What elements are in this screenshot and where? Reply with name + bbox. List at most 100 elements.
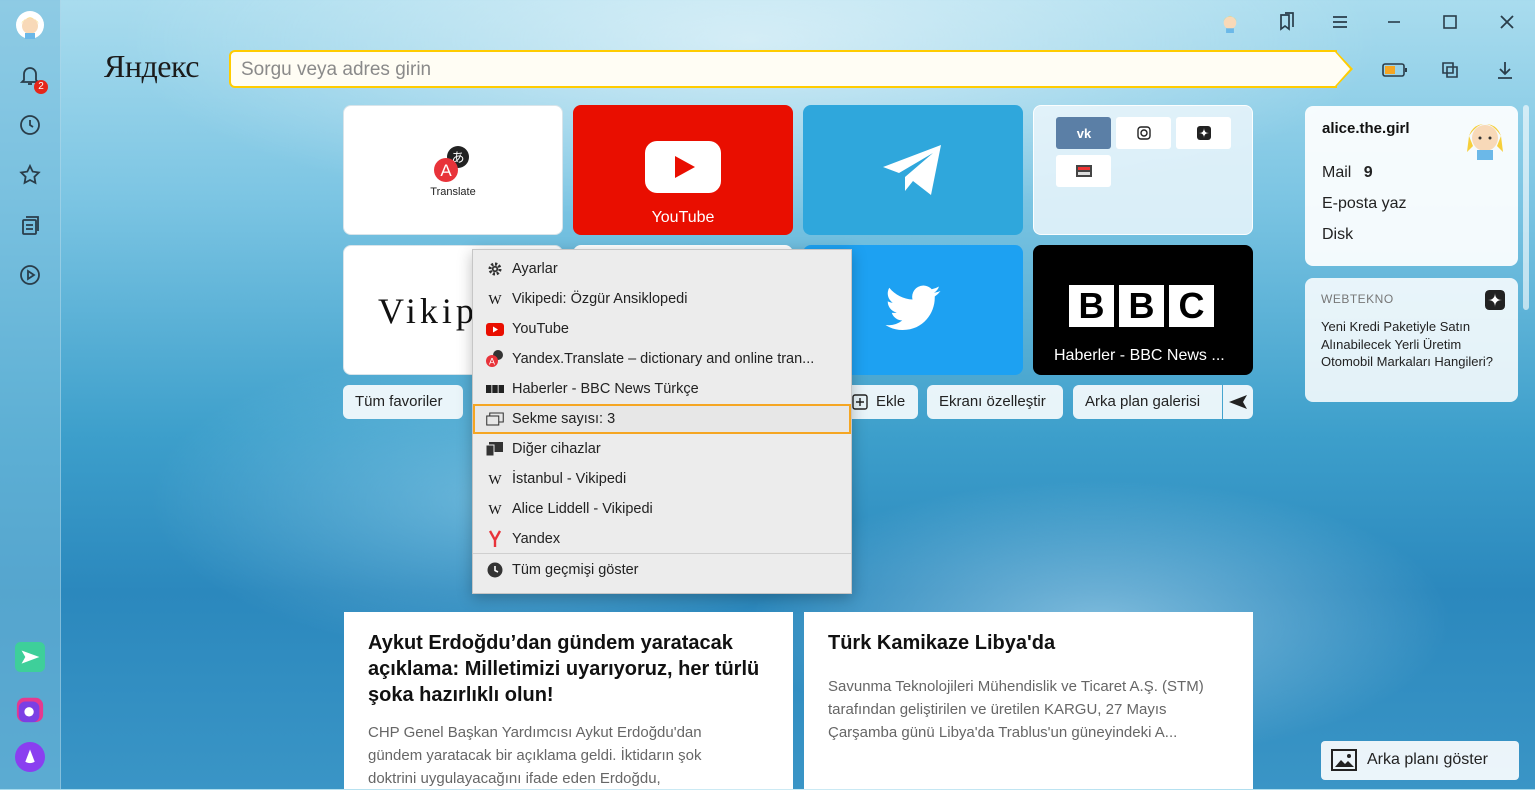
zen-icon[interactable] <box>1176 117 1231 149</box>
play-icon[interactable] <box>15 260 45 290</box>
tile-telegram[interactable] <box>803 105 1023 235</box>
maximize-icon[interactable] <box>1436 8 1464 36</box>
news-body-2: Savunma Teknolojileri Mühendislik ve Tic… <box>828 678 1204 741</box>
zen-logo-icon <box>1485 290 1505 310</box>
news-site-icon[interactable] <box>1056 155 1111 187</box>
plus-icon <box>852 394 868 410</box>
plane-icon <box>1229 395 1247 409</box>
svg-text:A: A <box>489 357 495 367</box>
username[interactable]: alice.the.girl <box>1322 120 1410 137</box>
mail-count: 9 <box>1363 164 1373 181</box>
tile-translate[interactable]: あ A Translate <box>343 105 563 235</box>
menu-item-other-devices[interactable]: Diğer cihazlar <box>473 434 851 464</box>
telegram-icon <box>883 145 941 195</box>
sidebar: 2 <box>0 0 61 789</box>
search-input[interactable] <box>239 56 1323 84</box>
news-body-1: CHP Genel Başkan Yardımcısı Aykut Erdoğd… <box>368 724 702 787</box>
protect-icon[interactable] <box>1436 56 1464 84</box>
customize-button[interactable]: Ekranı özelleştir <box>927 385 1063 419</box>
history-icon[interactable] <box>15 110 45 140</box>
mail-link[interactable]: Mail 9 <box>1322 164 1373 182</box>
bg-gallery-button[interactable]: Arka plan galerisi <box>1073 385 1222 419</box>
wikipedia-icon: W <box>486 501 504 517</box>
profile-avatar-icon[interactable] <box>1216 8 1244 36</box>
devices-icon <box>486 441 504 457</box>
menu-item-translate[interactable]: A Yandex.Translate – dictionary and onli… <box>473 344 851 374</box>
wikipedia-icon: W <box>486 291 504 307</box>
disk-link[interactable]: Disk <box>1322 226 1353 244</box>
alice-icon[interactable] <box>15 742 45 772</box>
menu-item-bbc[interactable]: Haberler - BBC News Türkçe <box>473 374 851 404</box>
mail-label: Mail <box>1322 164 1352 181</box>
all-bookmarks-button[interactable]: Tüm favoriler <box>343 385 463 419</box>
bbc-icon <box>486 381 504 397</box>
close-icon[interactable] <box>1493 8 1521 36</box>
yandex-logo[interactable]: Яндекс <box>104 48 199 85</box>
news-card-1[interactable]: Aykut Erdoğdu’dan gündem yaratacak açıkl… <box>344 612 793 789</box>
wikipedia-icon: W <box>486 471 504 487</box>
menu-item-settings[interactable]: Ayarlar <box>473 254 851 284</box>
image-icon <box>1331 749 1357 771</box>
news-card-2[interactable]: Türk Kamikaze Libya'da Savunma Teknoloji… <box>804 612 1253 789</box>
scrollbar[interactable] <box>1523 105 1529 310</box>
profile-card: alice.the.girl Mail 9 E-posta yaz Disk <box>1305 106 1518 266</box>
tabs-icon <box>486 411 504 427</box>
minimize-icon[interactable] <box>1380 8 1408 36</box>
show-background-label: Arka planı göster <box>1367 751 1488 768</box>
menu-item-yandex[interactable]: Yandex <box>473 524 851 554</box>
zen-title: Yeni Kredi Paketiyle Satın Alınabilecek … <box>1321 319 1493 369</box>
alice-station-icon[interactable] <box>15 694 45 724</box>
avatar[interactable] <box>15 10 45 40</box>
download-icon[interactable] <box>1491 56 1519 84</box>
show-background-button[interactable]: Arka planı göster <box>1321 741 1519 780</box>
tile-bbc[interactable]: B B C Haberler - BBC News ... <box>1033 245 1253 375</box>
zen-source: WEBTEKNO <box>1321 292 1394 306</box>
notification-badge: 2 <box>34 80 48 94</box>
gear-icon <box>486 261 504 277</box>
tile-translate-caption: Translate <box>430 186 476 198</box>
zen-card[interactable]: WEBTEKNO Yeni Kredi Paketiyle Satın Alın… <box>1305 278 1518 402</box>
menu-item-istanbul[interactable]: W İstanbul - Vikipedi <box>473 464 851 494</box>
svg-text:A: A <box>440 161 452 180</box>
yandex-icon <box>486 530 504 547</box>
vk-icon[interactable]: vk <box>1056 117 1111 149</box>
menu-icon[interactable] <box>1326 8 1354 36</box>
add-tile-label: Ekle <box>876 393 906 410</box>
omnibox-arrow-fill <box>1335 52 1350 86</box>
twitter-icon <box>885 285 941 331</box>
omnibox[interactable] <box>229 50 1337 88</box>
messenger-icon[interactable] <box>15 642 45 672</box>
news-title-1: Aykut Erdoğdu’dan gündem yaratacak açıkl… <box>368 632 760 706</box>
menu-item-show-all-history[interactable]: Tüm geçmişi göster <box>473 555 851 585</box>
translate-icon: A <box>486 350 504 367</box>
bookmarks-icon[interactable] <box>1272 8 1300 36</box>
menu-item-alice-liddell[interactable]: W Alice Liddell - Vikipedi <box>473 494 851 524</box>
menu-item-vikipedi[interactable]: W Vikipedi: Özgür Ansiklopedi <box>473 284 851 314</box>
tile-folder[interactable]: vk <box>1033 105 1253 235</box>
tile-wikipedia-text: Vikip <box>378 291 478 331</box>
menu-item-youtube[interactable]: YouTube <box>473 314 851 344</box>
history-menu: Ayarlar W Vikipedi: Özgür Ansiklopedi Yo… <box>472 249 852 594</box>
collections-icon[interactable] <box>15 210 45 240</box>
bbc-logo-icon: B B C <box>1069 285 1214 327</box>
news-title-2: Türk Kamikaze Libya'da <box>828 632 1056 654</box>
battery-icon[interactable] <box>1381 56 1409 84</box>
svg-text:W: W <box>488 293 502 306</box>
svg-text:vk: vk <box>1076 126 1091 140</box>
youtube-logo-icon <box>645 141 721 193</box>
svg-text:W: W <box>488 473 502 486</box>
profile-avatar[interactable] <box>1463 114 1507 160</box>
menu-separator <box>473 553 851 554</box>
star-icon[interactable] <box>15 160 45 190</box>
bg-options-button[interactable] <box>1223 385 1253 419</box>
youtube-icon <box>486 321 504 337</box>
compose-link[interactable]: E-posta yaz <box>1322 195 1406 213</box>
tile-youtube[interactable]: YouTube <box>573 105 793 235</box>
menu-item-tab-count[interactable]: Sekme sayısı: 3 <box>473 404 851 434</box>
add-tile-button[interactable]: Ekle <box>846 385 918 419</box>
clock-icon <box>486 562 504 578</box>
svg-text:W: W <box>488 503 502 516</box>
instagram-icon[interactable] <box>1116 117 1171 149</box>
tile-bbc-label: Haberler - BBC News ... <box>1054 347 1225 364</box>
tile-youtube-label: YouTube <box>651 209 715 226</box>
